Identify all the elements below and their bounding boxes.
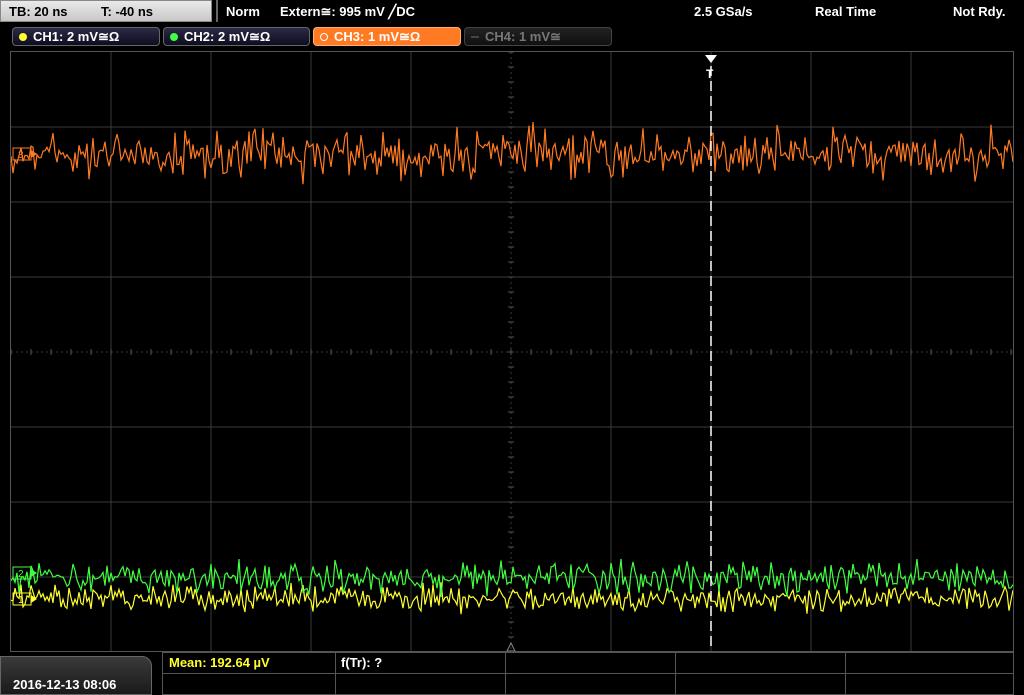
footer-bar: 2016-12-13 08:06 Mean: 192.64 µV f(Tr): … (0, 652, 1024, 695)
channel-tab-ch3[interactable]: CH3: 1 mV≅Ω (313, 27, 461, 46)
datetime: 2016-12-13 08:06 (13, 677, 117, 692)
channel-tab-label: CH2: 2 mV≅Ω (184, 29, 271, 44)
channel-bar: CH1: 2 mV≅Ω CH2: 2 mV≅Ω CH3: 1 mV≅Ω CH4:… (0, 24, 1024, 48)
ch3-marker-label: 3 (18, 150, 24, 161)
ch2-indicator-icon (170, 33, 178, 41)
measurement-frequency[interactable]: f(Tr): ? (341, 655, 382, 670)
ch3-indicator-icon (320, 33, 328, 41)
acquisition-state: Not Rdy. (953, 4, 1006, 19)
acquisition-mode[interactable]: Real Time (815, 4, 876, 19)
ch3-trace (10, 121, 1014, 185)
status-bar: TB: 20 ns T: -40 ns Norm Extern≅: 995 mV… (0, 0, 1024, 24)
timebase-box[interactable]: TB: 20 ns T: -40 ns (0, 0, 212, 22)
trigger-position-marker[interactable]: T (705, 55, 717, 651)
channel-tab-ch1[interactable]: CH1: 2 mV≅Ω (12, 27, 160, 46)
trigger-time-value: T: -40 ns (101, 4, 154, 19)
channel-tab-ch4[interactable]: CH4: 1 mV≅ (464, 27, 612, 46)
trigger-label: T (706, 67, 714, 81)
trigger-arrow-icon (705, 55, 717, 63)
channel-tab-label: CH3: 1 mV≅Ω (334, 29, 421, 44)
measurement-mean[interactable]: Mean: 192.64 µV (169, 655, 270, 670)
datetime-box[interactable]: 2016-12-13 08:06 (0, 656, 152, 695)
ch1-trace (10, 582, 1014, 615)
waveform-display[interactable]: T 3 2 1 (10, 51, 1014, 652)
trigger-source[interactable]: Extern≅: 995 mV ╱DC (280, 4, 415, 20)
channel-tab-ch2[interactable]: CH2: 2 mV≅Ω (163, 27, 310, 46)
channel-tab-label: CH1: 2 mV≅Ω (33, 29, 120, 44)
channel-tab-label: CH4: 1 mV≅ (485, 29, 561, 44)
traces (10, 121, 1014, 615)
sample-rate[interactable]: 2.5 GSa/s (694, 4, 753, 19)
measurement-panel[interactable]: Mean: 192.64 µV f(Tr): ? (162, 652, 1014, 695)
status-divider (216, 0, 218, 22)
ch4-indicator-icon (471, 36, 479, 38)
trigger-mode[interactable]: Norm (226, 4, 260, 19)
graticule (10, 51, 1013, 651)
timebase-value: TB: 20 ns (9, 4, 68, 19)
waveform-canvas[interactable]: T 3 2 1 (10, 51, 1014, 652)
ch1-indicator-icon (19, 33, 27, 41)
ch2-marker-label: 2 (18, 569, 24, 580)
ch1-marker-label: 1 (18, 595, 24, 606)
